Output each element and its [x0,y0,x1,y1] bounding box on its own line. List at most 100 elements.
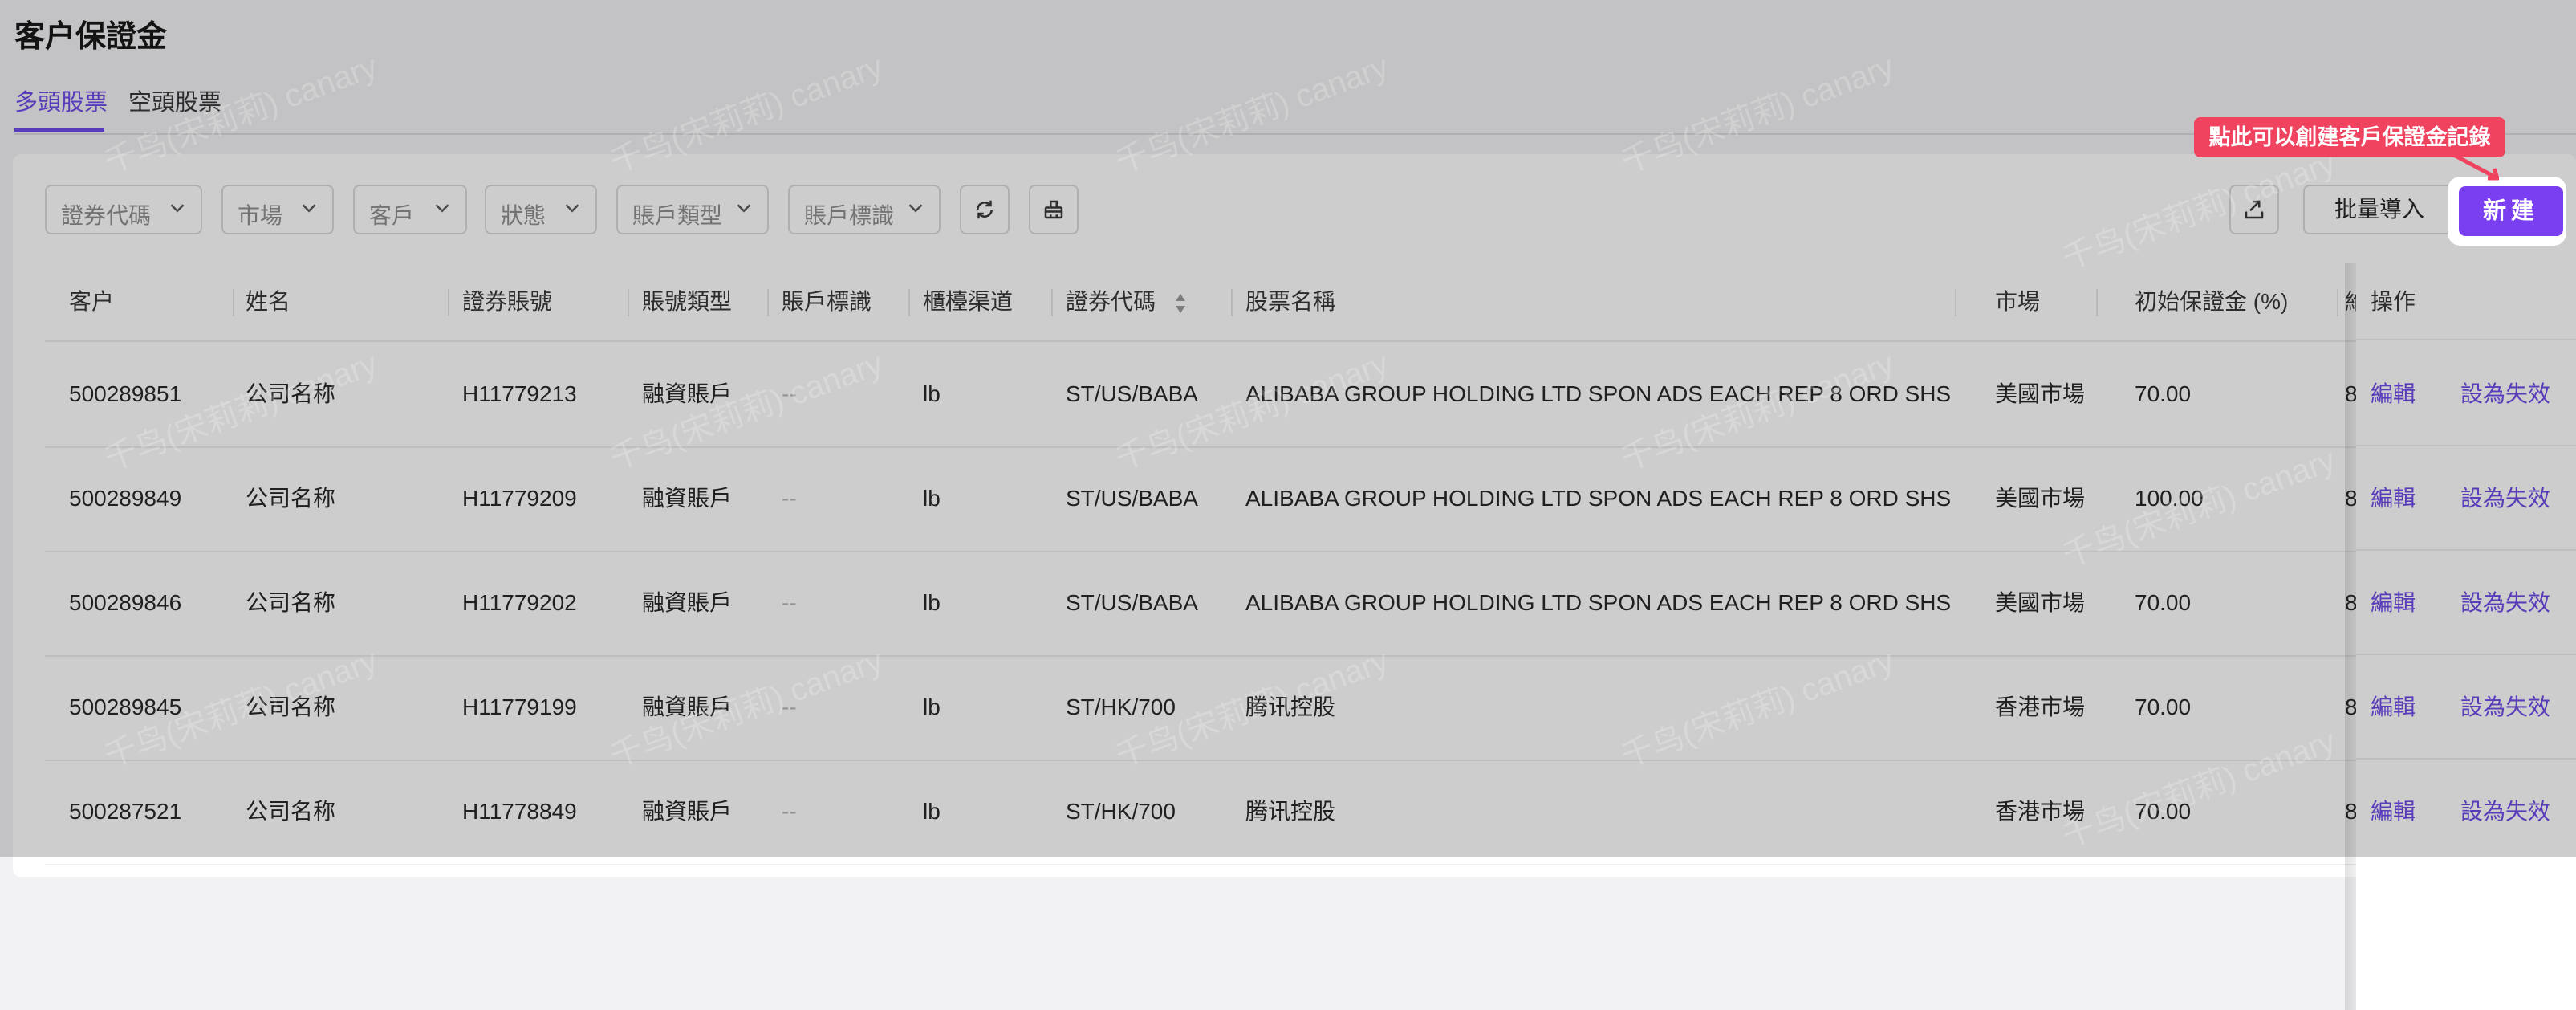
edit-link[interactable]: 編輯 [2371,760,2416,864]
cell-channel: lb [923,381,941,406]
bulk-import-button[interactable]: 批量導入 [2303,185,2456,234]
cell-customer: 500289849 [69,486,182,511]
filter-market[interactable]: 市場 [221,185,334,234]
column-divider [767,289,769,316]
edit-link[interactable]: 編輯 [2371,446,2416,551]
cell-name: 公司名称 [246,799,336,824]
column-header: 初始保證金 (%) [2135,289,2289,314]
cell-customer: 500289851 [69,381,182,406]
cell-initial-margin: 100.00 [2135,486,2204,511]
chevron-down-icon [302,204,316,213]
cell-account: H11779202 [462,590,577,615]
column-divider [2337,289,2338,316]
column-header: 市場 [1995,289,2041,314]
filter-label: 賬戶類型 [632,203,723,228]
table-row: 500289846 公司名称 H11779202 融資賬戶 -- lb ST/U… [45,551,2576,657]
filter-account-type[interactable]: 賬戶類型 [616,185,769,234]
page-title: 客户保證金 [14,20,168,54]
new-button[interactable]: 新建 [2459,186,2563,236]
filter-customer[interactable]: 客戶 [353,185,467,234]
column-header: 賬戶標識 [782,289,872,314]
fixed-actions-column: 操作 編輯 設為失效 編輯 設為失效 編輯 設為失效 編輯 設為失效 編輯 設為… [2356,263,2576,1010]
cell-customer: 500289846 [69,590,182,615]
column-divider [908,289,910,316]
cell-security-code: ST/US/BABA [1066,486,1198,511]
filter-label: 賬戶標識 [804,203,895,228]
filter-status[interactable]: 狀態 [485,185,597,234]
filter-label: 市場 [238,203,283,228]
column-header: 賬號類型 [642,289,733,314]
chevron-down-icon [565,204,579,213]
invalidate-link[interactable]: 設為失效 [2460,655,2550,760]
cell-name: 公司名称 [246,486,336,511]
filter-label: 客戶 [369,203,415,228]
cell-market: 香港市場 [1995,799,2086,824]
cell-stock-name: ALIBABA GROUP HOLDING LTD SPON ADS EACH … [1245,486,1952,511]
cell-account-type: 融資賬戶 [642,799,733,824]
cell-account-flag: -- [782,381,797,406]
sort-icon [1175,293,1185,313]
column-header-label: 證券代碼 [1066,289,1156,314]
export-icon [2245,200,2264,219]
export-button[interactable] [2229,185,2279,234]
column-divider [448,289,449,316]
column-header-sortable[interactable]: 證券代碼 [1066,263,1188,340]
cell-name: 公司名称 [246,381,336,406]
cell-account: H11778849 [462,799,577,824]
refresh-button[interactable] [960,185,1010,234]
cell-channel: lb [923,486,941,511]
cell-stock-name: 腾讯控股 [1245,694,1336,719]
table-row: 500289851 公司名称 H11779213 融資賬戶 -- lb ST/U… [45,342,2576,448]
chevron-down-icon [435,204,449,213]
cell-stock-name: 腾讯控股 [1245,799,1336,824]
edit-link[interactable]: 編輯 [2371,655,2416,760]
cell-name: 公司名称 [246,590,336,615]
cell-security-code: ST/HK/700 [1066,799,1176,824]
column-header: 股票名稱 [1245,289,1336,314]
cell-account: H11779209 [462,486,577,511]
filter-label: 狀態 [501,203,546,228]
invalidate-link[interactable]: 設為失效 [2460,551,2550,655]
tab-short-stocks[interactable]: 空頭股票 [128,83,221,117]
cell-account-flag: -- [782,799,797,824]
cell-channel: lb [923,694,941,719]
column-divider [233,289,234,316]
table-row: 500289849 公司名称 H11779209 融資賬戶 -- lb ST/U… [45,446,2576,552]
filter-label: 證券代碼 [61,203,152,228]
filter-account-flag[interactable]: 賬戶標識 [788,185,941,234]
header-divider [2356,339,2576,340]
cell-customer: 500289845 [69,694,182,719]
clear-filter-button[interactable] [1029,185,1079,234]
table-row: 500287521 公司名称 H11778849 融資賬戶 -- lb ST/H… [45,760,2576,865]
filter-security-code[interactable]: 證券代碼 [45,185,202,234]
column-divider [2096,289,2098,316]
table-header: 客户 姓名 證券賬號 賬號類型 賬戶標識 櫃檯渠道 證券代碼 股票名稱 市場 初… [45,263,2576,342]
cell-account-type: 融資賬戶 [642,381,733,406]
column-divider [1231,289,1233,316]
invalidate-link[interactable]: 設為失效 [2460,760,2550,864]
tab-long-stocks[interactable]: 多頭股票 [14,83,108,117]
cell-initial-margin: 70.00 [2135,590,2192,615]
edit-link[interactable]: 編輯 [2371,551,2416,655]
cell-security-code: ST/HK/700 [1066,694,1176,719]
tooltip-arrow-icon [2451,153,2499,181]
cell-account: H11779213 [462,381,577,406]
cell-initial-margin: 70.00 [2135,381,2192,406]
invalidate-link[interactable]: 設為失效 [2460,342,2550,446]
cell-security-code: ST/US/BABA [1066,381,1198,406]
edit-link[interactable]: 編輯 [2371,342,2416,446]
main-card: 證券代碼 市場 客戶 狀態 賬戶類型 賬戶標識 批量導入 客户 姓名 證券賬號 … [13,154,2576,1010]
cell-account-flag: -- [782,694,797,719]
active-tab-indicator [14,128,104,132]
table-row: 500289845 公司名称 H11779199 融資賬戶 -- lb ST/H… [45,655,2576,761]
cell-market: 香港市場 [1995,694,2086,719]
cell-market: 美國市場 [1995,486,2086,511]
cell-account-type: 融資賬戶 [642,486,733,511]
tour-tooltip: 點此可以創建客戶保證金記錄 [2194,117,2505,157]
column-divider [1955,289,1956,316]
cell-initial-margin: 70.00 [2135,694,2192,719]
invalidate-link[interactable]: 設為失效 [2460,446,2550,551]
chevron-down-icon [737,204,751,213]
column-header: 客户 [69,289,115,314]
column-header: 櫃檯渠道 [923,289,1014,314]
